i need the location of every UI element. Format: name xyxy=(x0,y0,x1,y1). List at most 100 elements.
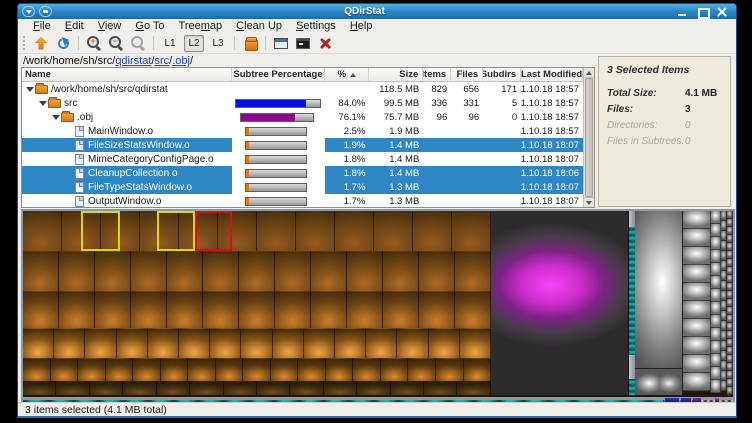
treemap-tile[interactable] xyxy=(683,265,711,283)
treemap-tile[interactable] xyxy=(304,328,335,358)
menu-item-edit[interactable]: Edit xyxy=(58,20,91,32)
expand-arrow-icon[interactable] xyxy=(51,115,60,120)
treemap-tile[interactable] xyxy=(391,381,424,395)
treemap-tile[interactable] xyxy=(366,328,397,358)
treemap-tile[interactable] xyxy=(711,328,721,341)
treemap-tile[interactable] xyxy=(711,341,721,354)
maximize-button[interactable] xyxy=(697,7,708,17)
expand-arrow-icon[interactable] xyxy=(38,101,47,106)
open-terminal-button[interactable] xyxy=(294,35,312,52)
treemap-tile[interactable] xyxy=(210,328,241,358)
treemap-tile[interactable] xyxy=(190,381,223,395)
treemap-tile[interactable] xyxy=(23,251,59,291)
treemap-tile[interactable] xyxy=(95,251,131,291)
column-header-items[interactable]: Items xyxy=(423,68,451,81)
treemap-tile[interactable] xyxy=(727,219,733,227)
treemap-tile[interactable] xyxy=(131,251,167,291)
breadcrumb-link-qdirstat[interactable]: qdirstat xyxy=(115,55,151,67)
menu-item-file[interactable]: File xyxy=(26,20,58,32)
treemap-tile[interactable] xyxy=(239,291,275,328)
treemap-tile[interactable] xyxy=(241,328,272,358)
treemap-tile[interactable] xyxy=(148,328,179,358)
treemap-tile[interactable] xyxy=(727,275,733,283)
treemap-tile[interactable] xyxy=(275,291,311,328)
treemap-tile[interactable] xyxy=(353,358,381,381)
treemap-tile[interactable] xyxy=(243,358,271,381)
treemap-tile[interactable] xyxy=(460,328,491,358)
treemap-large-file-tile[interactable] xyxy=(491,211,629,395)
title-bar[interactable]: QDirStat xyxy=(18,4,736,19)
table-row[interactable]: CleanupCollection.o1.8%1.4 MB21.10.18 18… xyxy=(22,166,583,180)
treemap-tile[interactable] xyxy=(273,328,304,358)
treemap-tile[interactable] xyxy=(23,328,54,358)
scroll-up-button[interactable] xyxy=(584,68,594,78)
treemap-tile[interactable] xyxy=(727,323,733,331)
treemap-tile[interactable] xyxy=(357,381,390,395)
treemap-tile[interactable] xyxy=(271,358,299,381)
treemap-tile[interactable] xyxy=(429,328,460,358)
column-header-last-modified[interactable]: Last Modified xyxy=(521,68,583,81)
treemap-tile[interactable] xyxy=(54,328,85,358)
table-row[interactable]: MainWindow.o2.5%1.9 MB21.10.18 18:57 xyxy=(22,124,583,138)
treemap-tile[interactable] xyxy=(727,347,733,355)
treemap-tile[interactable] xyxy=(188,358,216,381)
treemap-tile[interactable] xyxy=(296,211,335,251)
treemap-tile[interactable] xyxy=(419,251,455,291)
treemap-tile[interactable] xyxy=(711,250,721,263)
treemap-canvas[interactable] xyxy=(23,211,733,403)
treemap-tile[interactable] xyxy=(374,211,413,251)
treemap-tile[interactable] xyxy=(711,380,721,393)
treemap-level-2-button[interactable]: L2 xyxy=(184,35,204,52)
treemap-tile[interactable] xyxy=(383,251,419,291)
window-shade-button[interactable] xyxy=(39,6,52,17)
treemap-tile[interactable] xyxy=(683,373,711,391)
breadcrumb-link-obj[interactable]: .obj xyxy=(172,55,190,67)
column-header-files[interactable]: Files xyxy=(451,68,483,81)
close-button[interactable] xyxy=(717,7,728,17)
treemap-tile[interactable] xyxy=(311,251,347,291)
treemap-tile[interactable] xyxy=(727,235,733,243)
treemap-tile[interactable] xyxy=(95,291,131,328)
treemap-tile[interactable] xyxy=(424,381,457,395)
column-header-size[interactable]: Size xyxy=(369,68,423,81)
treemap-tile[interactable] xyxy=(727,387,733,395)
treemap-tile[interactable] xyxy=(683,355,711,373)
treemap-tile[interactable] xyxy=(683,319,711,337)
treemap-tile[interactable] xyxy=(161,358,189,381)
treemap-tile[interactable] xyxy=(131,291,167,328)
treemap-tile[interactable] xyxy=(106,358,134,381)
treemap-tile[interactable] xyxy=(179,328,210,358)
treemap-tile[interactable] xyxy=(711,367,721,380)
zoom-in-button[interactable]: + xyxy=(85,35,103,52)
treemap-tile[interactable] xyxy=(727,371,733,379)
scrollbar-thumb[interactable] xyxy=(585,78,593,197)
treemap-tile[interactable] xyxy=(56,381,89,395)
treemap-tile[interactable] xyxy=(167,291,203,328)
table-row[interactable]: FileTypeStatsWindow.o1.7%1.3 MB21.10.18 … xyxy=(22,180,583,194)
toolbar-handle[interactable] xyxy=(23,36,26,50)
file-stats-window-button[interactable] xyxy=(272,35,290,52)
treemap-tile[interactable] xyxy=(436,358,464,381)
treemap-tile[interactable] xyxy=(59,251,95,291)
delete-button[interactable] xyxy=(316,35,334,52)
treemap-tile[interactable] xyxy=(464,358,492,381)
treemap-tile[interactable] xyxy=(727,267,733,275)
treemap-tile[interactable] xyxy=(683,301,711,319)
treemap-tile[interactable] xyxy=(711,354,721,367)
treemap-tile[interactable] xyxy=(455,251,491,291)
treemap-tile[interactable] xyxy=(203,251,239,291)
treemap-tile[interactable] xyxy=(727,283,733,291)
treemap-tile[interactable] xyxy=(452,211,491,251)
treemap-tile[interactable] xyxy=(727,211,733,219)
treemap-tile[interactable] xyxy=(203,291,239,328)
table-row[interactable]: src84.0%99.5 MB336331521.10.18 18:57 xyxy=(22,96,583,110)
scroll-down-button[interactable] xyxy=(584,197,594,207)
column-header-subtree-percentage[interactable]: Subtree Percentage xyxy=(232,68,326,81)
treemap-tile[interactable] xyxy=(727,363,733,371)
treemap-tile[interactable] xyxy=(419,291,455,328)
treemap-tile[interactable] xyxy=(257,381,290,395)
treemap-tile[interactable] xyxy=(727,339,733,347)
treemap-tile[interactable] xyxy=(727,291,733,299)
treemap-tile[interactable] xyxy=(23,381,56,395)
treemap-tile[interactable] xyxy=(727,379,733,387)
